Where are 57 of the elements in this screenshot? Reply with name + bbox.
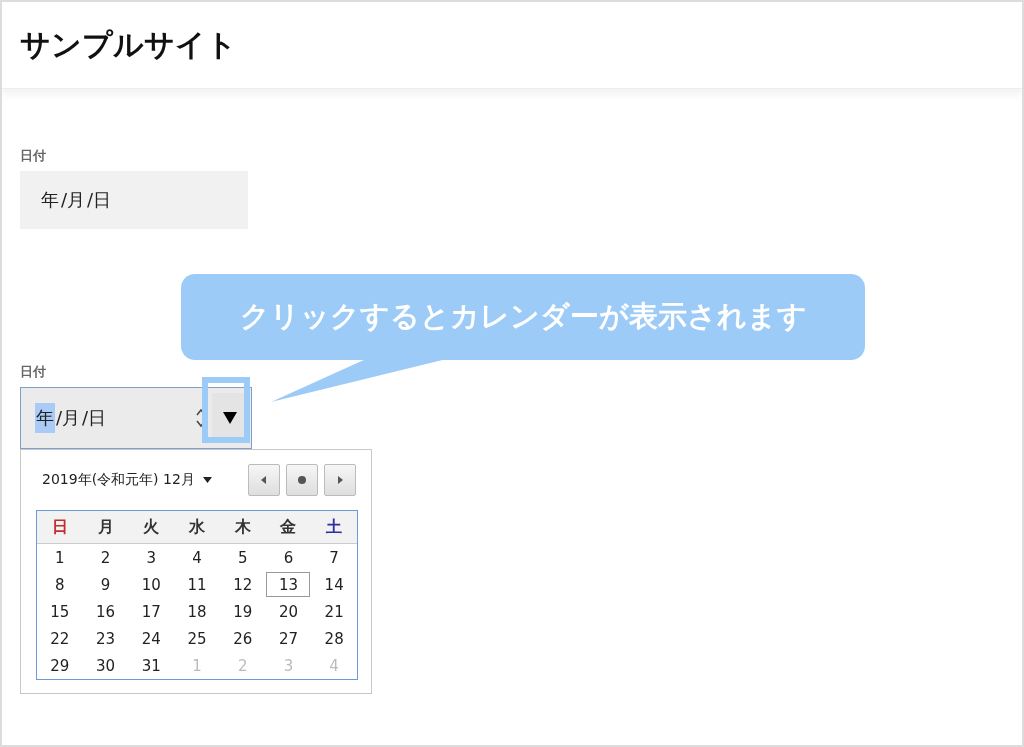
site-title: サンプルサイト [20,25,237,64]
left-triangle-icon [259,475,269,485]
calendar-day[interactable]: 6 [266,545,311,570]
calendar-day[interactable]: 30 [83,653,128,678]
calendar-day[interactable]: 31 [129,653,174,678]
weekday-label: 火 [142,516,161,538]
right-triangle-icon [335,475,345,485]
calendar-day[interactable]: 19 [220,599,265,624]
calendar-day[interactable]: 23 [83,626,128,651]
weekday-label: 水 [188,516,206,538]
date-segment[interactable]: 年 [40,185,60,215]
weekday-label: 月 [96,516,115,538]
calendar-day[interactable]: 2 [83,545,128,570]
field-label: 日付 [20,363,47,381]
calendar-day[interactable]: 9 [83,572,128,597]
calendar-day[interactable]: 29 [37,653,82,678]
today-button[interactable] [286,464,318,496]
calendar-day[interactable]: 21 [312,599,357,624]
calendar-day[interactable]: 15 [37,599,82,624]
calendar-day[interactable]: 3 [129,545,174,570]
calendar-day[interactable]: 11 [175,572,219,597]
calendar-day[interactable]: 7 [312,545,357,570]
calendar-day[interactable]: 20 [266,599,311,624]
date-input[interactable]: 年/月/日 [20,387,252,449]
weekday-label: 日 [50,516,69,538]
calendar-day[interactable]: 16 [83,599,128,624]
calendar-day[interactable]: 4 [175,545,219,570]
calendar-day[interactable]: 26 [220,626,265,651]
calendar-day[interactable]: 13 [266,572,311,597]
calendar-day[interactable]: 8 [37,572,82,597]
calendar-day[interactable]: 5 [220,545,265,570]
calendar-day[interactable]: 25 [175,626,219,651]
month-label[interactable]: 2019年(令和元年) 12月 [42,471,195,489]
calendar-day[interactable]: 27 [266,626,311,651]
date-segment[interactable]: /月 [60,185,87,215]
date-input[interactable]: 年/月/日 [20,171,248,229]
calendar-day[interactable]: 18 [175,599,219,624]
date-segment[interactable]: /日 [81,403,108,433]
date-segment[interactable]: /月 [55,403,82,433]
calendar-day[interactable]: 17 [129,599,174,624]
date-segment[interactable]: /日 [86,185,113,215]
calendar-day[interactable]: 24 [129,626,174,651]
calendar-day[interactable]: 22 [37,626,82,651]
calendar-day[interactable]: 14 [312,572,357,597]
calendar-day[interactable]: 12 [220,572,265,597]
date-segment[interactable]: 年 [35,403,55,433]
calendar-day[interactable]: 28 [312,626,357,651]
caret-icon[interactable] [202,477,212,483]
highlight-frame [202,377,250,443]
triangle-down-icon [223,412,237,424]
field-label: 日付 [20,147,47,165]
weekday-label: 金 [279,516,298,538]
dot-icon [297,475,307,485]
calendar-day[interactable]: 10 [129,572,174,597]
weekday-label: 木 [233,516,252,538]
weekday-label: 土 [325,516,344,538]
calendar-day[interactable]: 1 [37,545,82,570]
